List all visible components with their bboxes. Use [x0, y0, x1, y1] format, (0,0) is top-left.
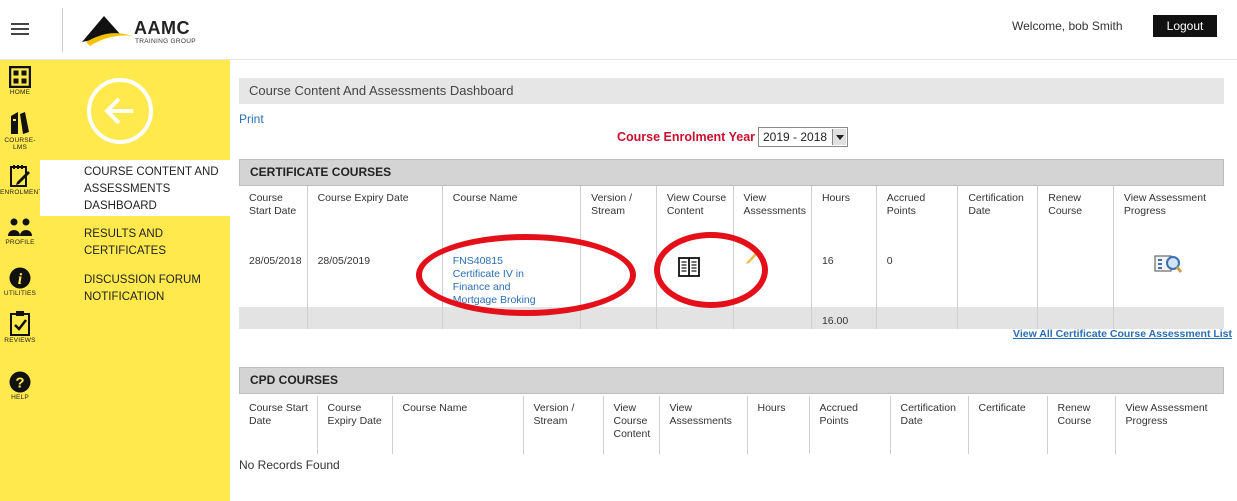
rail-item-utilities[interactable]: i UTILITIES [0, 267, 40, 297]
cell-view-assessment-progress [1113, 247, 1224, 307]
logout-button[interactable]: Logout [1153, 15, 1217, 37]
info-icon: i [9, 267, 31, 289]
icon-rail: HOME COURSE-LMS ENROLMENTS PROFILE i UTI… [0, 60, 48, 501]
book-open-icon[interactable] [677, 255, 701, 279]
year-select-value: 2019 - 2018 [763, 130, 828, 144]
cpd-col-course-start-date: Course Start Date [239, 396, 318, 454]
clipboard-check-icon [10, 311, 30, 336]
col-course-start-date: Course Start Date [239, 186, 308, 247]
cpd-table-header-row: Course Start Date Course Expiry Date Cou… [239, 396, 1224, 454]
cell-course-name: FNS40815 Certificate IV in Finance and M… [442, 247, 582, 307]
rail-label-help: HELP [11, 394, 29, 401]
rail-label-course-lms: COURSE-LMS [4, 137, 36, 151]
cpd-col-accrued-points: Accrued Points [809, 396, 891, 454]
rail-label-utilities: UTILITIES [3, 290, 37, 297]
svg-text:i: i [18, 271, 23, 288]
cell-hours: 16 [811, 247, 877, 307]
cpd-col-certification-date: Certification Date [890, 396, 969, 454]
cell-version [580, 247, 657, 307]
cell-view-assessments [733, 247, 812, 307]
rail-item-reviews[interactable]: REVIEWS [0, 310, 40, 344]
col-view-course-content: View Course Content [656, 186, 734, 247]
view-all-assessments-link[interactable]: View All Certificate Course Assessment L… [1013, 328, 1232, 340]
welcome-text: Welcome, bob Smith [1012, 19, 1123, 33]
col-certification-date: Certification Date [957, 186, 1039, 247]
print-link[interactable]: Print [239, 112, 264, 126]
col-course-name: Course Name [442, 186, 582, 247]
rail-label-enrolments: ENROLMENTS [0, 189, 48, 196]
notepad-pencil-icon [10, 165, 30, 187]
total-hours: 16.00 [811, 307, 877, 329]
rail-label-home: HOME [9, 89, 31, 96]
col-hours: Hours [811, 186, 877, 247]
arrow-left-circle-icon [104, 97, 133, 125]
certificate-courses-table: Course Start Date Course Expiry Date Cou… [239, 186, 1224, 329]
magnifier-report-icon[interactable] [1154, 253, 1183, 275]
rail-item-profile[interactable]: PROFILE [0, 218, 40, 246]
people-icon [8, 218, 32, 236]
back-button[interactable] [87, 78, 153, 144]
enrolment-year-label: Course Enrolment Year [617, 130, 756, 144]
grid-icon [9, 66, 31, 88]
nav-link-course-content[interactable]: COURSE CONTENT AND ASSESSMENTS DASHBOARD [84, 164, 224, 215]
no-records-text: No Records Found [239, 458, 340, 472]
dropdown-arrow-icon[interactable] [832, 129, 846, 145]
cpd-col-certificate: Certificate [968, 396, 1048, 454]
cell-start-date: 28/05/2018 [239, 247, 308, 307]
enrolment-year-select[interactable]: 2019 - 2018 [758, 127, 848, 147]
top-header: AAMC TRAINING GROUP Welcome, bob Smith L… [0, 0, 1237, 60]
rail-item-course-lms[interactable]: COURSE-LMS [0, 110, 40, 151]
table-row: 28/05/2018 28/05/2019 FNS40815 Certifica… [239, 247, 1224, 307]
cpd-courses-table: Course Start Date Course Expiry Date Cou… [239, 396, 1224, 454]
logo-subtext: TRAINING GROUP [135, 38, 196, 45]
certificate-courses-header: CERTIFICATE COURSES [239, 159, 1224, 186]
header-divider [62, 8, 63, 52]
logo-swoosh-icon [82, 16, 132, 46]
logo-text: AAMC [134, 18, 190, 38]
rail-item-help[interactable]: ? HELP [0, 371, 40, 401]
course-name-link[interactable]: FNS40815 Certificate IV in Finance and M… [453, 255, 536, 306]
nav-link-notification[interactable]: NOTIFICATION [84, 289, 164, 306]
cpd-col-view-course-content: View Course Content [603, 396, 660, 454]
cpd-col-view-assessments: View Assessments [659, 396, 748, 454]
col-view-assessment-progress: View Assessment Progress [1123, 192, 1206, 217]
col-view-assessments: View Assessments [733, 186, 812, 247]
svg-text:?: ? [15, 375, 24, 392]
rail-item-home[interactable]: HOME [0, 66, 40, 96]
nav-link-results-certificates[interactable]: RESULTS AND CERTIFICATES [84, 226, 204, 260]
cpd-col-view-assessment-progress: View Assessment Progress [1125, 402, 1208, 427]
rail-label-reviews: REVIEWS [4, 337, 36, 344]
rail-label-profile: PROFILE [5, 239, 35, 246]
cpd-col-hours: Hours [747, 396, 810, 454]
books-icon [11, 112, 29, 134]
col-course-expiry-date: Course Expiry Date [307, 186, 443, 247]
cpd-col-renew-course: Renew Course [1047, 396, 1116, 454]
cell-view-course-content [656, 247, 734, 307]
cpd-courses-header: CPD COURSES [239, 367, 1224, 394]
cell-accrued-points: 0 [876, 247, 959, 307]
cpd-col-version-stream: Version / Stream [523, 396, 604, 454]
col-renew-course: Renew Course [1037, 186, 1114, 247]
cell-renew-course [1037, 247, 1114, 307]
certificate-total-row: 16.00 [239, 307, 1224, 329]
certificate-table-header-row: Course Start Date Course Expiry Date Cou… [239, 186, 1224, 247]
cpd-col-course-expiry-date: Course Expiry Date [317, 396, 393, 454]
col-version-stream: Version / Stream [580, 186, 657, 247]
col-accrued-points: Accrued Points [876, 186, 959, 247]
rail-item-enrolments[interactable]: ENROLMENTS [0, 164, 48, 196]
pencil-icon[interactable] [744, 249, 760, 265]
cpd-col-course-name: Course Name [392, 396, 524, 454]
nav-link-discussion-forum[interactable]: DISCUSSION FORUM [84, 272, 201, 289]
hamburger-menu-icon[interactable] [11, 23, 29, 39]
question-icon: ? [9, 371, 31, 393]
cell-certification-date [957, 247, 1039, 307]
company-logo[interactable]: AAMC TRAINING GROUP [80, 12, 220, 48]
cell-expiry-date: 28/05/2019 [307, 247, 443, 307]
page-title: Course Content And Assessments Dashboard [239, 78, 1224, 104]
